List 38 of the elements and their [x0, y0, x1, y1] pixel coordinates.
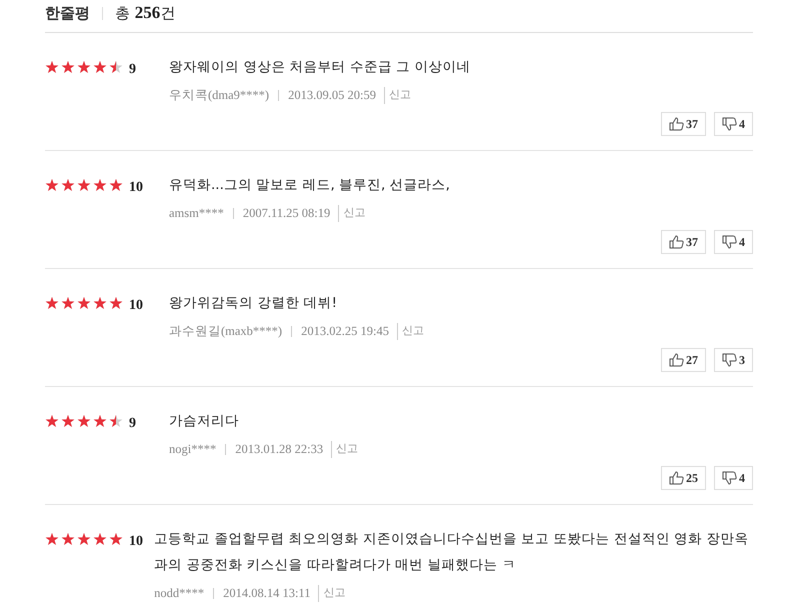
thumbs-down-icon — [722, 117, 737, 131]
score: 10 — [128, 179, 144, 197]
thumbs-down-icon — [722, 235, 737, 249]
thumbs-up-icon — [669, 117, 684, 131]
review-text: 유덕화...그의 말보로 레드, 블루진, 선글라스, — [169, 176, 451, 195]
like-button[interactable]: 27 — [661, 348, 706, 372]
review-date: 2013.09.05 20:59 — [288, 87, 376, 104]
thumbs-up-icon — [669, 471, 684, 485]
dislike-button[interactable]: 4 — [714, 112, 753, 136]
review-date: 2013.01.28 22:33 — [235, 441, 324, 458]
thumbs-down-icon — [722, 471, 737, 485]
review-text: 왕가위감독의 강렬한 데뷔! — [169, 294, 338, 313]
score: 10 — [128, 533, 144, 551]
thumbs-up-icon — [669, 353, 684, 367]
user-name: amsm**** — [169, 205, 224, 222]
review-date: 2007.11.25 08:19 — [242, 205, 330, 222]
review-date: 2013.02.25 19:45 — [301, 323, 389, 340]
dislike-button[interactable]: 4 — [714, 230, 753, 254]
like-button[interactable]: 37 — [661, 112, 706, 136]
user-name: nodd**** — [154, 585, 204, 602]
review-date: 2014.08.14 13:11 — [223, 585, 310, 602]
thumbs-up-icon — [669, 235, 684, 249]
user-name: 우치콕(dma9****) — [169, 87, 270, 104]
score: 9 — [128, 61, 137, 79]
dislike-button[interactable]: 3 — [714, 348, 753, 372]
review-text: 고등학교 졸업할무렵 최오의영화 지존이였습니다수십번을 보고 또봤다는 전설적인 영화 장만옥과의 공중전화 키스신을 따라할려다가 매번 늴패했다는 ㅋ — [154, 530, 750, 575]
score: 9 — [128, 415, 137, 433]
review-text: 가슴저리다 — [169, 412, 240, 431]
like-button[interactable]: 25 — [661, 466, 706, 490]
review-text: 왕자웨이의 영상은 처음부터 수준급 그 이상이네 — [169, 58, 472, 77]
total-count: 총 256건 — [115, 2, 176, 24]
thumbs-down-icon — [722, 353, 737, 367]
like-button[interactable]: 37 — [661, 230, 706, 254]
user-name: 과수원길(maxb****) — [169, 323, 282, 340]
section-title: 한줄평 — [45, 2, 90, 24]
dislike-button[interactable]: 4 — [714, 466, 753, 490]
user-name: nogi**** — [169, 441, 216, 458]
score: 10 — [128, 297, 144, 315]
